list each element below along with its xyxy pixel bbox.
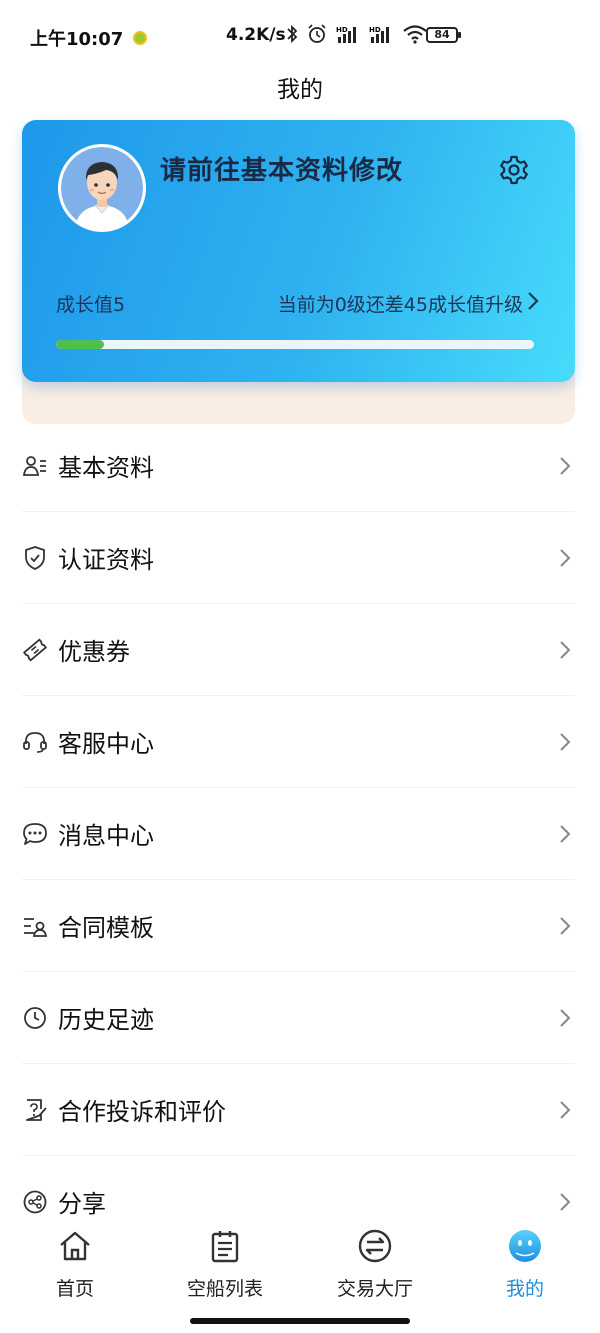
tab-label: 交易大厅	[336, 1278, 413, 1300]
chevron-right-icon	[560, 1100, 571, 1119]
tab-trading-hall[interactable]: 交易大厅	[300, 1228, 450, 1301]
chevron-right-icon	[560, 548, 571, 567]
growth-value: 成长值5	[56, 294, 126, 316]
tab-label: 首页	[55, 1278, 94, 1300]
status-time: 上午10:07	[30, 29, 124, 50]
chevron-right-icon[interactable]	[525, 290, 541, 312]
chat-bubble-icon	[22, 821, 48, 847]
smiley-face-icon	[509, 1230, 541, 1262]
menu-item-contract-templates[interactable]: 合同模板	[22, 880, 575, 972]
complaint-icon	[22, 1097, 48, 1123]
menu-item-label: 分享	[58, 1190, 106, 1218]
growth-progress-bar	[56, 340, 534, 349]
level-message[interactable]: 当前为0级还差45成长值升级	[278, 290, 523, 317]
menu-item-coupons[interactable]: 优惠券	[22, 604, 575, 696]
tab-home[interactable]: 首页	[0, 1228, 150, 1301]
menu-item-basic-info[interactable]: 基本资料	[22, 420, 575, 512]
coupon-icon	[22, 637, 48, 663]
contract-icon	[22, 913, 48, 939]
tab-empty-ships[interactable]: 空船列表	[150, 1228, 300, 1301]
menu-item-history[interactable]: 历史足迹	[22, 972, 575, 1064]
menu-item-label: 优惠券	[58, 638, 130, 666]
chevron-right-icon	[560, 732, 571, 751]
menu-item-label: 认证资料	[58, 546, 154, 574]
wifi-icon	[403, 25, 427, 44]
signal-hd-icon: HD	[336, 26, 356, 43]
tab-mine[interactable]: 我的	[450, 1228, 600, 1301]
clipboard-list-icon	[211, 1231, 239, 1263]
page-title: 我的	[277, 77, 323, 103]
menu-item-label: 历史足迹	[58, 1006, 154, 1034]
status-time-group: 上午10:07	[30, 25, 148, 51]
profile-name[interactable]: 请前往基本资料修改	[160, 150, 403, 187]
profile-list-icon	[22, 453, 48, 479]
net-speed: 4.2K/s	[226, 25, 286, 45]
battery-indicator: 84	[426, 27, 461, 43]
alarm-icon	[308, 24, 326, 43]
tab-label: 我的	[505, 1278, 544, 1300]
bottom-tab-bar: 首页 空船列表 交易大厅 我的	[0, 1222, 600, 1333]
share-icon	[22, 1189, 48, 1215]
status-bar: 上午10:07 4.2K/s HD HD 84	[0, 0, 600, 72]
headset-icon	[22, 729, 48, 755]
app-notification-icon	[133, 31, 148, 45]
menu-item-label: 合作投诉和评价	[58, 1098, 226, 1126]
shield-check-icon	[22, 545, 48, 571]
menu-item-customer-service[interactable]: 客服中心	[22, 696, 575, 788]
exchange-icon	[358, 1229, 392, 1263]
chevron-right-icon	[560, 640, 571, 659]
menu-item-label: 消息中心	[58, 822, 154, 850]
menu-item-label: 基本资料	[58, 454, 154, 482]
chevron-right-icon	[560, 1192, 571, 1211]
chevron-right-icon	[560, 456, 571, 475]
menu-list: 基本资料 认证资料 优惠券 客服中心 消息中心 合同模板 历史足迹 合作投诉和评…	[22, 420, 575, 1247]
menu-item-messages[interactable]: 消息中心	[22, 788, 575, 880]
chevron-right-icon	[560, 824, 571, 843]
svg-text:HD: HD	[369, 26, 381, 34]
chevron-right-icon	[560, 916, 571, 935]
clock-icon	[22, 1005, 48, 1031]
menu-item-certification[interactable]: 认证资料	[22, 512, 575, 604]
signal-hd-2-icon: HD	[369, 26, 389, 43]
menu-item-complaints[interactable]: 合作投诉和评价	[22, 1064, 575, 1156]
profile-card: 请前往基本资料修改 成长值5 当前为0级还差45成长值升级	[22, 120, 575, 382]
gear-icon[interactable]	[498, 154, 530, 186]
menu-item-label: 客服中心	[58, 730, 154, 758]
menu-item-label: 合同模板	[58, 914, 154, 942]
tab-label: 空船列表	[186, 1278, 263, 1300]
svg-text:HD: HD	[336, 26, 348, 34]
avatar[interactable]	[58, 144, 146, 232]
chevron-right-icon	[560, 1008, 571, 1027]
home-indicator	[190, 1318, 410, 1324]
growth-progress-fill	[56, 340, 104, 349]
system-icons: HD HD	[286, 24, 428, 44]
bluetooth-icon	[287, 24, 298, 44]
home-icon	[60, 1231, 90, 1261]
avatar-icon	[61, 147, 143, 229]
